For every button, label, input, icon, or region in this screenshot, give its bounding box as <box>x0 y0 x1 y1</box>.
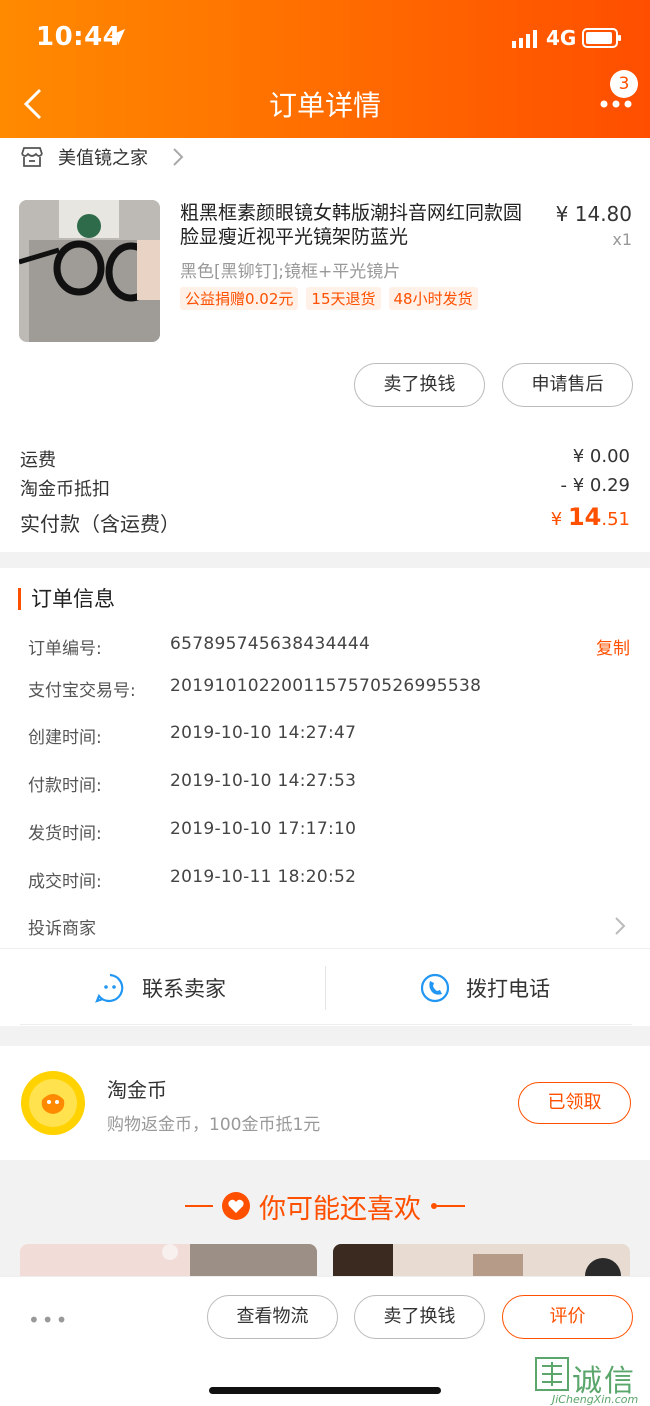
product-image[interactable] <box>19 200 160 342</box>
coin-deduct-value: - ¥ 0.29 <box>560 475 630 496</box>
coin-title: 淘金币 <box>107 1078 167 1102</box>
decor-line <box>437 1205 465 1207</box>
product-tags: 公益捐赠0.02元 15天退货 48小时发货 <box>180 287 478 310</box>
tag-return: 15天退货 <box>306 287 381 310</box>
product-sku: 黑色[黑铆钉];镜框+平光镜片 <box>180 262 401 282</box>
claimed-button[interactable]: 已领取 <box>518 1082 631 1124</box>
contact-seller-button[interactable]: 联系卖家 <box>94 966 226 1010</box>
shop-link[interactable]: 美值镜之家 <box>20 144 148 170</box>
call-phone-button[interactable]: 拨打电话 <box>420 966 550 1010</box>
view-logistics-button[interactable]: 查看物流 <box>207 1295 338 1339</box>
sell-for-cash-button[interactable]: 卖了换钱 <box>354 363 485 407</box>
home-indicator[interactable] <box>209 1387 441 1394</box>
divider <box>20 1024 632 1025</box>
after-sale-button[interactable]: 申请售后 <box>502 363 633 407</box>
shipping-value: ¥ 0.00 <box>572 446 630 467</box>
gold-coin-icon <box>21 1071 85 1135</box>
created-time-value: 2019-10-10 14:27:47 <box>170 723 357 743</box>
chevron-right-icon <box>615 917 626 935</box>
paid-int: 14 <box>567 503 602 531</box>
paid-label: 实付款（含运费） <box>20 512 180 536</box>
chevron-right-icon <box>173 148 184 166</box>
alipay-no-value: 2019101022001157570526995538 <box>170 676 482 696</box>
product-price: ¥ 14.80 <box>555 202 632 226</box>
copy-button[interactable]: 复制 <box>596 634 630 659</box>
heart-icon <box>222 1192 250 1220</box>
shipping-label: 运费 <box>20 450 56 471</box>
review-button[interactable]: 评价 <box>502 1295 633 1339</box>
battery-icon <box>582 28 621 48</box>
paid-time-value: 2019-10-10 14:27:53 <box>170 771 357 791</box>
more-actions-button[interactable]: ••• <box>28 1308 69 1332</box>
shipped-time-value: 2019-10-10 17:17:10 <box>170 819 357 839</box>
deal-time-label: 成交时间: <box>28 872 102 892</box>
shipped-time-label: 发货时间: <box>28 824 102 844</box>
chat-face-icon <box>95 973 124 1003</box>
network-type: 4G <box>546 26 577 50</box>
tag-shipping: 48小时发货 <box>388 287 478 310</box>
paid-decimal: .51 <box>601 509 630 530</box>
order-no-value: 657895745638434444 <box>170 634 371 654</box>
alipay-no-label: 支付宝交易号: <box>28 681 136 701</box>
order-info-title: 订单信息 <box>18 588 115 610</box>
product-title[interactable]: 粗黑框素颜眼镜女韩版潮抖音网红同款圆脸显瘦近视平光镜架防蓝光 <box>180 201 540 249</box>
phone-icon <box>420 973 450 1003</box>
complain-seller-link[interactable]: 投诉商家 <box>28 914 96 939</box>
call-phone-label: 拨打电话 <box>466 977 550 1001</box>
recommend-header: 你可能还喜欢 <box>0 1186 650 1226</box>
watermark-url: JiChengXin.com <box>552 1393 639 1406</box>
product-qty: x1 <box>612 230 632 249</box>
created-time-label: 创建时间: <box>28 728 102 748</box>
deal-time-value: 2019-10-11 18:20:52 <box>170 867 357 887</box>
recommend-title: 你可能还喜欢 <box>259 1193 421 1225</box>
divider <box>0 948 650 949</box>
paid-amount: ¥ 14.51 <box>551 503 630 531</box>
sell-for-cash-bottom-button[interactable]: 卖了换钱 <box>354 1295 485 1339</box>
shop-name: 美值镜之家 <box>58 148 148 169</box>
contact-seller-label: 联系卖家 <box>142 977 226 1001</box>
message-badge: 3 <box>610 70 638 98</box>
coin-subtitle: 购物返金币，100金币抵1元 <box>107 1115 321 1135</box>
divider <box>325 966 326 1010</box>
tag-donation: 公益捐赠0.02元 <box>180 287 299 310</box>
paid-symbol: ¥ <box>550 509 568 530</box>
shop-icon <box>21 147 43 167</box>
signal-icon <box>512 30 537 48</box>
app-header: 10:44 4G 订单详情 3 <box>0 0 650 138</box>
coin-deduct-label: 淘金币抵扣 <box>20 479 110 500</box>
paid-time-label: 付款时间: <box>28 776 102 796</box>
location-arrow-icon <box>109 29 125 45</box>
decor-line <box>185 1205 213 1207</box>
order-no-label: 订单编号: <box>28 639 102 659</box>
page-title: 订单详情 <box>268 89 381 122</box>
